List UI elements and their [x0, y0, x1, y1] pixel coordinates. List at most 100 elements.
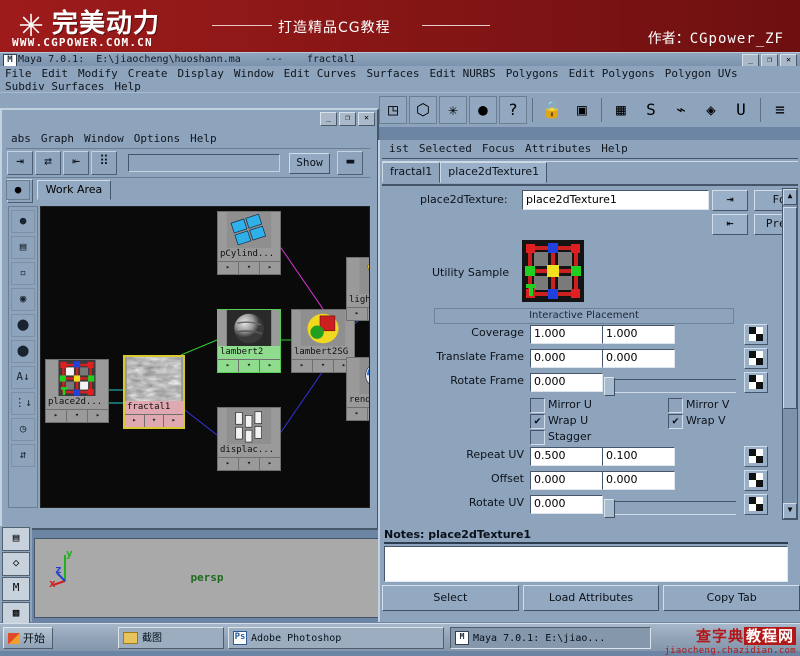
point-snap-icon[interactable]: ⌁	[667, 96, 695, 124]
node-connector-arrow[interactable]: ▾	[239, 360, 260, 372]
node-connector-bar[interactable]: ▸▾▸	[218, 457, 280, 470]
node-name-input[interactable]: place2dTexture1	[522, 190, 709, 210]
large-swatch-icon[interactable]: ⬤	[11, 314, 35, 337]
node-connector-arrow[interactable]: ▸	[292, 360, 313, 372]
node-connector-arrow[interactable]: ▸	[164, 415, 183, 427]
node-connector-bar[interactable]: ▸▾▸	[218, 261, 280, 274]
input-connections-icon[interactable]: ⇥	[7, 151, 33, 175]
sort-type-icon[interactable]: ⋮↓	[11, 392, 35, 415]
ae-menu-focus[interactable]: Focus	[477, 142, 520, 155]
sort-alpha-icon[interactable]: A↓	[11, 366, 35, 389]
graph-node-pCylinderShape[interactable]: pCylind... ▸ ▾ ▸	[217, 211, 281, 275]
sort-time-icon[interactable]: ◷	[11, 418, 35, 441]
ae-menu-selected[interactable]: Selected	[414, 142, 477, 155]
menu-display[interactable]: Display	[173, 67, 229, 80]
attr-value-1[interactable]: 0.000	[530, 471, 603, 490]
ae-button-select[interactable]: Select	[382, 585, 519, 611]
hypershade-work-area-graph[interactable]: pCylind... ▸ ▾ ▸ lambert2 ▸ ▾ ▸ lambert2SG ▸ ▾ ▸ pla…	[40, 206, 370, 508]
hypershade-search-input[interactable]	[127, 154, 280, 172]
scroll-up-arrow-icon[interactable]: ▲	[783, 189, 797, 205]
ae-tab-place2dTexture1[interactable]: place2dTexture1	[440, 162, 548, 183]
particles-icon[interactable]: ✳	[439, 96, 467, 124]
graph-node-displacementShader[interactable]: displac... ▸ ▾ ▸	[217, 407, 281, 471]
ae-button-copy-tab[interactable]: Copy Tab	[663, 585, 800, 611]
attr-value-1[interactable]: 0.500	[530, 447, 603, 466]
slider-knob[interactable]	[604, 377, 615, 396]
material-sphere-icon[interactable]: ●	[11, 210, 35, 233]
attribute-editor-scrollbar[interactable]: ▲ ▼	[782, 188, 798, 520]
node-connector-arrow[interactable]: ▸	[347, 408, 368, 420]
taskbar-item-1[interactable]: Ps Adobe Photoshop	[228, 627, 444, 649]
node-connector-bar[interactable]: ▸▾▸	[347, 307, 369, 320]
node-connector-bar[interactable]: ▸▾▸	[46, 409, 108, 422]
node-connector-arrow[interactable]: ▸	[260, 262, 280, 274]
checkbox-mirror-u[interactable]	[530, 398, 545, 413]
checkbox-mirror-v[interactable]	[668, 398, 683, 413]
graph-node-lightLinker[interactable]: light...▸▾▸	[346, 257, 369, 321]
menu-edit-nurbs[interactable]: Edit NURBS	[424, 67, 500, 80]
hypershade-menu-options[interactable]: Options	[129, 132, 185, 145]
menu-surfaces[interactable]: Surfaces	[361, 67, 424, 80]
hypershade-restore-button[interactable]: ❐	[339, 112, 356, 126]
node-connector-arrow[interactable]: ▸	[125, 415, 145, 427]
attr-value-2[interactable]: 0.000	[602, 471, 675, 490]
node-connector-arrow[interactable]: ▸	[218, 262, 239, 274]
hypershade-close-button[interactable]: ✕	[358, 112, 375, 126]
node-connector-arrow[interactable]: ▾	[239, 262, 260, 274]
medium-swatch-icon[interactable]: ◉	[11, 288, 35, 311]
taskbar-item-2[interactable]: M Maya 7.0.1: E:\jiao...	[450, 627, 651, 649]
taskbar-item-0[interactable]: 截图	[118, 627, 224, 649]
sort-reverse-icon[interactable]: ⇵	[11, 444, 35, 467]
hypershade-menu-abs[interactable]: abs	[6, 132, 36, 145]
tab-work-area[interactable]: Work Area	[36, 180, 112, 200]
menu-file[interactable]: File	[0, 67, 37, 80]
help-icon[interactable]: ?	[499, 96, 527, 124]
select-region-icon[interactable]: ▣	[568, 96, 596, 124]
menu-polygons[interactable]: Polygons	[501, 67, 564, 80]
node-connector-arrow[interactable]: ▸	[46, 410, 67, 422]
go-to-output-icon[interactable]: ⇤	[712, 214, 748, 235]
node-connector-arrow[interactable]: ▸	[260, 458, 280, 470]
node-connector-bar[interactable]: ▸▾▸	[218, 359, 280, 372]
attr-map-button[interactable]	[744, 494, 768, 515]
checkbox-wrap-u[interactable]: ✔	[530, 414, 545, 429]
node-connector-arrow[interactable]: ▸	[88, 410, 108, 422]
attr-map-button[interactable]	[744, 446, 768, 467]
lock-icon[interactable]: 🔒	[538, 96, 566, 124]
notes-textarea[interactable]	[384, 546, 788, 582]
node-connector-arrow[interactable]: ▸	[260, 360, 280, 372]
node-connector-bar[interactable]: ▸▾▸	[292, 359, 354, 372]
attr-map-button[interactable]	[744, 470, 768, 491]
node-connector-arrow[interactable]: ▸	[347, 308, 368, 320]
ae-menu-attributes[interactable]: Attributes	[520, 142, 596, 155]
graph-node-lambert2[interactable]: lambert2 ▸ ▾ ▸	[217, 309, 281, 373]
maya-four-view-icon[interactable]: M	[2, 577, 30, 601]
scrollbar-thumb[interactable]	[783, 207, 797, 409]
menu-modify[interactable]: Modify	[73, 67, 123, 80]
xlarge-swatch-icon[interactable]: ⬤	[11, 340, 35, 363]
checkbox-stagger[interactable]	[530, 430, 545, 445]
nurbs-surface-icon[interactable]: ◳	[379, 96, 407, 124]
attr-map-button[interactable]	[744, 372, 768, 393]
menu-edit-polygons[interactable]: Edit Polygons	[564, 67, 660, 80]
small-swatch-icon[interactable]: ▫	[11, 262, 35, 285]
start-button[interactable]: 开始	[3, 627, 53, 649]
hypershade-menu-window[interactable]: Window	[79, 132, 129, 145]
attr-map-button[interactable]	[744, 324, 768, 345]
go-to-input-icon[interactable]: ⇥	[712, 190, 748, 211]
menu-window[interactable]: Window	[229, 67, 279, 80]
node-connector-bar[interactable]: ▸▾▸	[125, 414, 183, 427]
node-connector-arrow[interactable]: ▸	[218, 360, 239, 372]
ae-menu-ist[interactable]: ist	[384, 142, 414, 155]
menu-polygon-uvs[interactable]: Polygon UVs	[660, 67, 743, 80]
curve-snap-icon[interactable]: S	[637, 96, 665, 124]
persp-layout-icon[interactable]: ◇	[2, 552, 30, 576]
attr-value-1[interactable]: 1.000	[530, 325, 603, 344]
render-settings-icon[interactable]: ≡	[766, 96, 794, 124]
rearrange-graph-icon[interactable]: ⠿	[91, 151, 117, 175]
persp-viewport[interactable]: y x z persp	[34, 538, 380, 618]
menu-edit[interactable]: Edit	[37, 67, 74, 80]
node-connector-arrow[interactable]: ▾	[368, 408, 369, 420]
attr-slider[interactable]	[604, 377, 736, 396]
attr-map-button[interactable]	[744, 348, 768, 369]
